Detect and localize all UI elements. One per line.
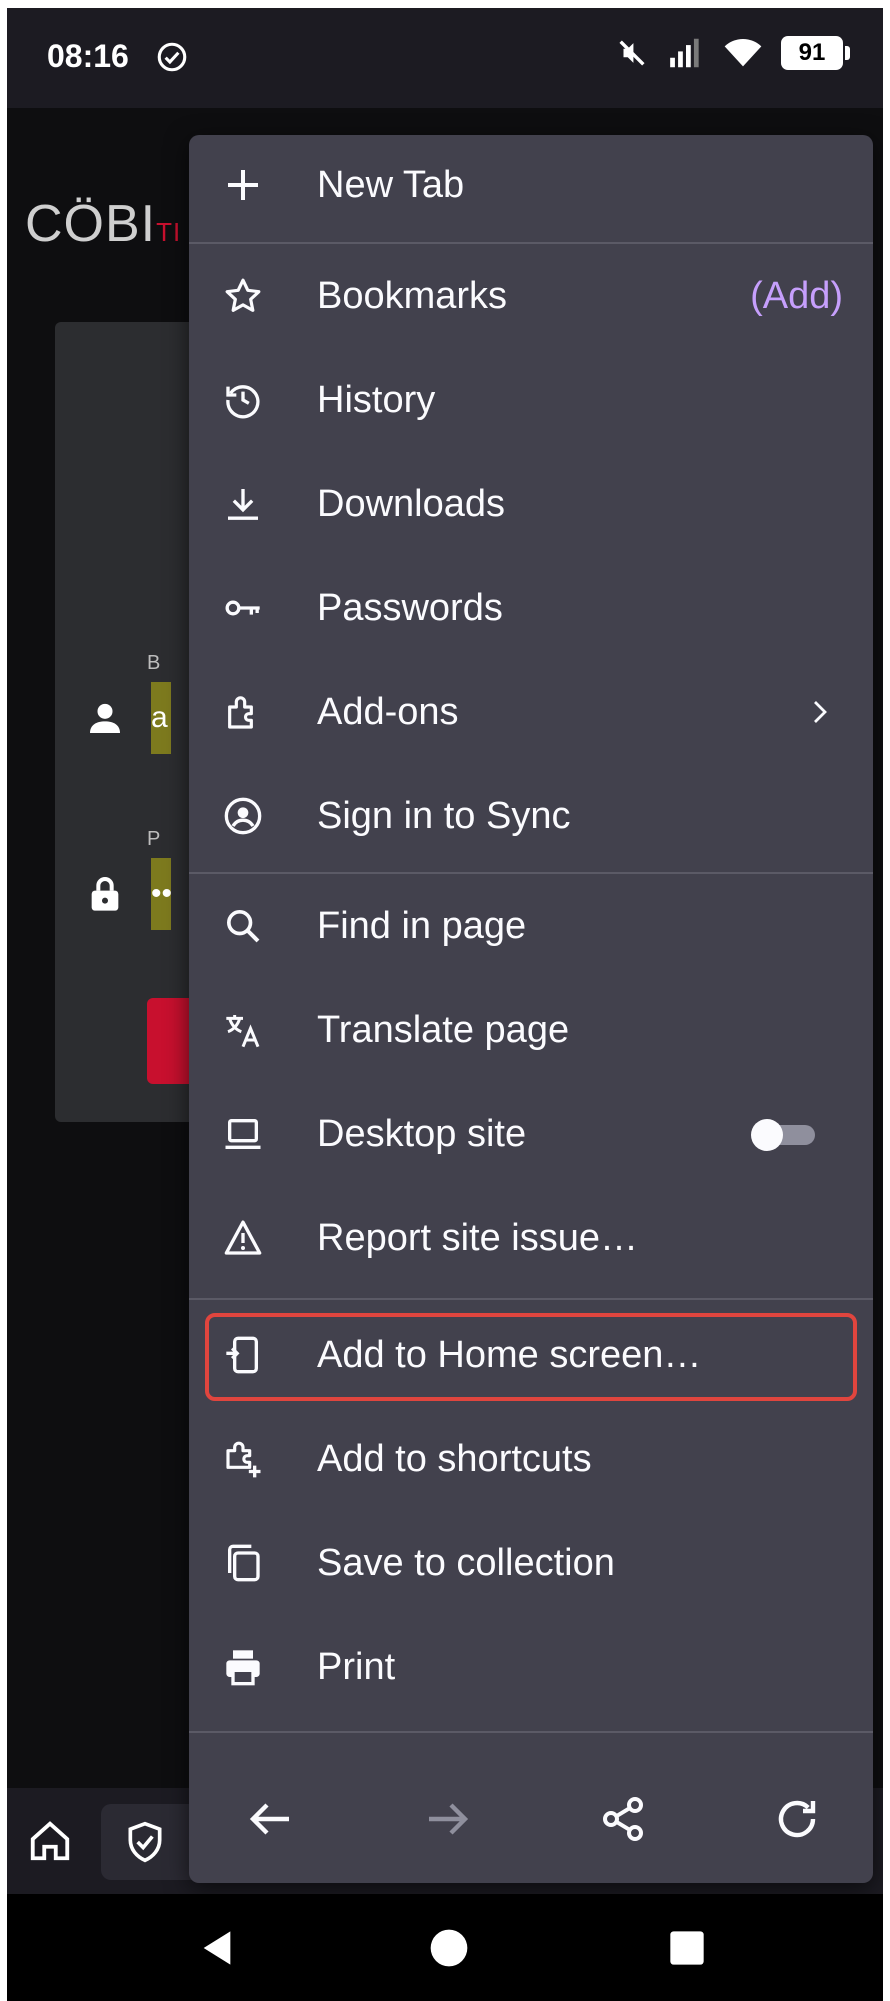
menu-item-desktop-site[interactable]: Desktop site (189, 1084, 873, 1184)
menu-item-report-site-issue[interactable]: Report site issue… (189, 1188, 873, 1288)
site-logo: CÖBITI (25, 194, 181, 254)
menu-item-label: History (317, 378, 436, 421)
share-icon[interactable] (599, 1795, 647, 1843)
menu-item-bookmarks[interactable]: Bookmarks (Add) (189, 246, 873, 346)
warning-icon (224, 1220, 262, 1255)
password-label: P (147, 828, 161, 850)
reload-icon[interactable] (773, 1795, 821, 1843)
menu-item-label: Add-ons (317, 690, 459, 733)
forward-arrow-icon[interactable] (423, 1795, 471, 1843)
menu-item-label: Add to Home screen… (317, 1333, 702, 1376)
collection-icon (228, 1544, 260, 1582)
chevron-right-icon (814, 701, 827, 723)
menu-divider (189, 872, 873, 874)
username-label: B (147, 652, 161, 674)
puzzle-icon (228, 696, 253, 729)
menu-item-add-ons[interactable]: Add-ons (189, 662, 873, 762)
menu-divider (189, 1731, 873, 1733)
username-field[interactable]: a (151, 682, 171, 754)
menu-item-new-tab[interactable]: New Tab (189, 135, 873, 235)
menu-item-label: Add to shortcuts (317, 1437, 592, 1480)
home-icon[interactable] (27, 1818, 73, 1864)
nav-back-icon[interactable] (197, 1928, 237, 1968)
history-icon (226, 385, 260, 419)
menu-item-save-to-collection[interactable]: Save to collection (189, 1513, 873, 1613)
download-icon (228, 489, 258, 520)
menu-item-label: Desktop site (317, 1112, 527, 1155)
shield-icon[interactable] (123, 1820, 167, 1864)
nav-home-icon[interactable] (429, 1928, 469, 1968)
menu-item-label: Downloads (317, 482, 505, 525)
menu-item-downloads[interactable]: Downloads (189, 454, 873, 554)
menu-item-label: Translate page (317, 1008, 570, 1051)
status-time: 08:16 (47, 38, 129, 74)
add-to-home-icon (226, 1336, 258, 1374)
menu-item-print[interactable]: Print (189, 1617, 873, 1717)
back-arrow-icon[interactable] (247, 1795, 295, 1843)
translate-icon (226, 1015, 260, 1048)
menu-item-label: Save to collection (317, 1541, 615, 1584)
menu-item-label: Print (317, 1645, 396, 1688)
menu-item-label: Sign in to Sync (317, 794, 571, 837)
status-bar: 08:16 91 (7, 8, 883, 108)
browser-overflow-menu: New Tab Bookmarks (Add) History Download… (189, 135, 873, 1883)
printer-icon (226, 1650, 260, 1686)
desktop-site-toggle[interactable] (749, 1118, 819, 1152)
system-nav-bar (7, 1894, 883, 2001)
battery-indicator: 91 (781, 36, 850, 70)
mute-icon (619, 40, 645, 66)
device-screen: 08:16 91 CÖBITI B a P •• New Tab Bookmar… (7, 8, 883, 2001)
wifi-icon (724, 39, 762, 67)
menu-item-label: Report site issue… (317, 1216, 639, 1259)
check-circle-icon (157, 42, 187, 72)
search-icon (227, 910, 260, 943)
password-field[interactable]: •• (151, 858, 171, 930)
laptop-icon (225, 1119, 261, 1149)
signal-icon (670, 38, 699, 68)
plus-icon (228, 170, 258, 200)
account-icon (224, 797, 262, 835)
star-icon (225, 278, 261, 312)
menu-item-label: Bookmarks (317, 274, 508, 317)
status-icons: 91 (615, 36, 850, 70)
menu-divider (189, 1298, 873, 1300)
password-row: •• (85, 858, 171, 930)
logo-text: CÖBI (25, 195, 157, 253)
menu-item-translate-page[interactable]: Translate page (189, 980, 873, 1080)
logo-suffix: TI (156, 217, 182, 247)
lock-icon (91, 877, 119, 911)
add-shortcut-icon (226, 1441, 261, 1478)
menu-item-history[interactable]: History (189, 350, 873, 450)
menu-navigation-row (189, 1755, 873, 1883)
username-row: a (85, 682, 171, 754)
menu-item-add-to-home-screen[interactable]: Add to Home screen… (189, 1305, 873, 1405)
menu-item-add-to-shortcuts[interactable]: Add to shortcuts (189, 1409, 873, 1509)
nav-recents-icon[interactable] (667, 1928, 707, 1968)
add-bookmark-link[interactable]: (Add) (750, 275, 843, 318)
menu-item-label: Passwords (317, 586, 503, 629)
menu-divider (189, 242, 873, 244)
menu-item-label: Find in page (317, 904, 527, 947)
menu-item-find-in-page[interactable]: Find in page (189, 876, 873, 976)
user-icon (90, 703, 120, 733)
menu-item-passwords[interactable]: Passwords (189, 558, 873, 658)
menu-item-label: New Tab (317, 163, 465, 206)
key-icon (225, 600, 260, 616)
menu-item-sign-in-sync[interactable]: Sign in to Sync (189, 766, 873, 866)
